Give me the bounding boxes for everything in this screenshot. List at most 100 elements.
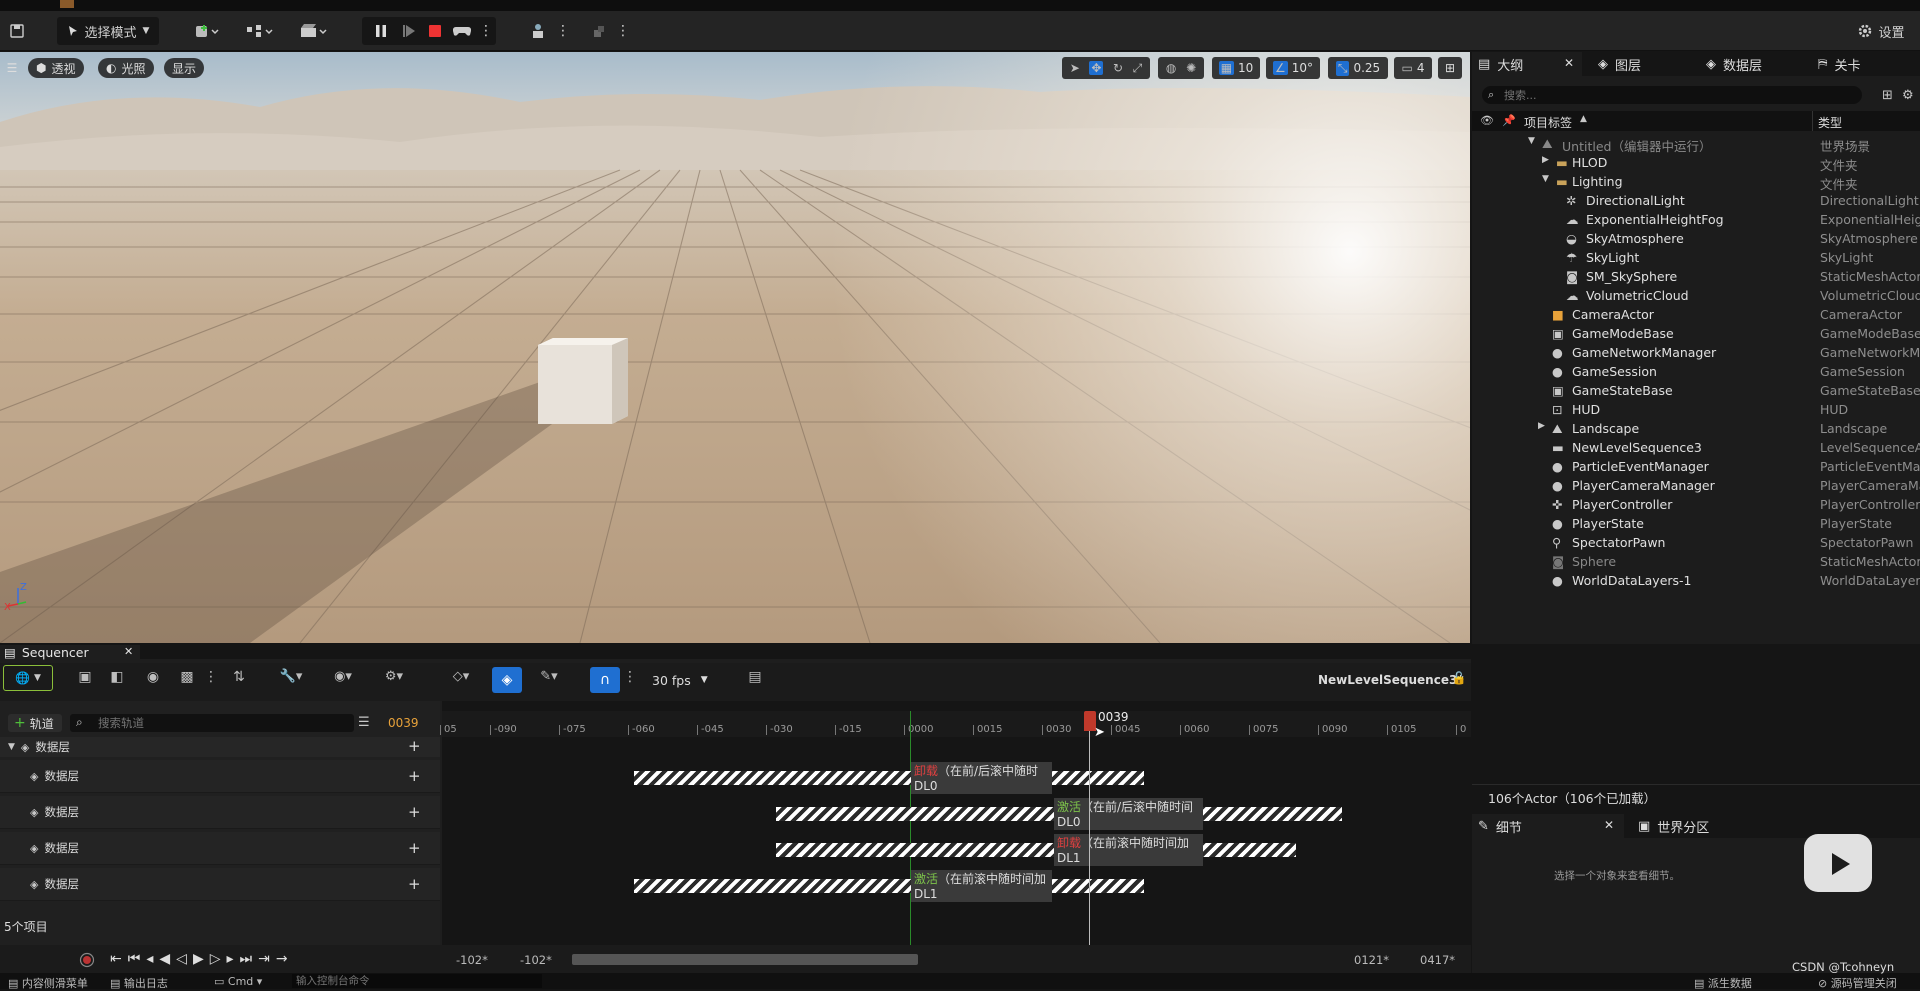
outliner-row-hud[interactable]: ⊡ HUD HUD [1472,400,1920,419]
settings-button[interactable]: 设置 [1848,17,1914,45]
outliner-search-input[interactable] [1504,87,1844,103]
find-in-browser-icon[interactable]: ◧ [108,669,126,685]
cinematics-icon[interactable] [296,17,332,45]
show-button[interactable]: 显示 [164,58,205,78]
track-row[interactable]: ◈ 数据层 + [0,832,440,865]
step-back-icon[interactable]: ◀ [159,951,176,967]
snap-options-icon[interactable]: ⋮ [623,669,637,685]
loop-icon[interactable]: ⇥ [258,951,276,967]
add-folder-icon[interactable]: ⊞ [1882,88,1893,103]
view-range-end[interactable]: 0121* [1354,953,1389,967]
outliner-settings-icon[interactable]: ⚙ [1902,88,1914,103]
console-input[interactable] [296,974,536,988]
jump-to-end-icon[interactable]: ⏭ [240,951,259,967]
add-subtrack-icon[interactable]: + [408,737,421,755]
play-reverse-icon[interactable]: ◁ [176,951,193,967]
working-range-end[interactable]: 0417* [1420,953,1455,967]
column-type-header[interactable]: 类型 [1818,114,1842,131]
scale-tool-icon[interactable]: ⤢ [1133,61,1143,76]
angle-snap-button[interactable]: ∠ 10° [1266,57,1320,79]
tab-details[interactable]: ✎ 细节 ✕ [1472,814,1624,838]
stop-icon[interactable] [424,17,446,45]
outliner-row-gamemodebase[interactable]: ▣ GameModeBase GameModeBase [1472,324,1920,343]
data-layer-section[interactable]: 激活（在前滚中随时间加 DL1 [911,870,1052,902]
add-section-icon[interactable]: + [408,839,421,857]
jump-to-start-icon[interactable]: ⇤ [110,951,128,967]
select-tool-icon[interactable]: ➤ [1070,61,1080,75]
pin-icon[interactable]: 📌 [1502,114,1516,127]
close-tab-icon[interactable]: ✕ [1604,818,1614,832]
outliner-row-particleeventmanager[interactable]: ● ParticleEventManager ParticleEventMan [1472,457,1920,476]
scale-snap-button[interactable]: ⤡ 0.25 [1328,57,1388,79]
grid-snap-button[interactable]: ▦ 10 [1212,57,1260,79]
play-icon[interactable]: ▶ [193,951,210,967]
track-row[interactable]: ◈ 数据层 + [0,760,440,793]
tools-dropdown-icon[interactable]: 🔧▾ [274,669,308,684]
outliner-row-directionallight[interactable]: ✲ DirectionalLight DirectionalLight [1472,191,1920,210]
auto-key-icon[interactable]: ◈ [492,667,522,693]
outliner-row-playerstate[interactable]: ● PlayerState PlayerState [1472,514,1920,533]
outliner-row-fog[interactable]: ☁ ExponentialHeightFog ExponentialHeigh [1472,210,1920,229]
close-tab-icon[interactable]: ✕ [1564,56,1574,70]
console-input-box[interactable] [292,974,542,988]
outliner-row-playercameramanager[interactable]: ● PlayerCameraManager PlayerCameraMa [1472,476,1920,495]
playback-range-icon[interactable]: → [276,951,294,967]
move-tool-icon[interactable]: ✥ [1089,61,1104,75]
camera-lock-dropdown-icon[interactable]: ⚙▾ [376,669,412,684]
data-layer-section[interactable]: 卸载（在前滚中随时间加 DL1 [1054,834,1203,866]
add-section-icon[interactable]: + [408,767,421,785]
lighting-button[interactable]: ◐ 光照 [98,58,154,78]
mode-select-dropdown[interactable]: 选择模式 ▼ [57,17,159,45]
record-button[interactable] [78,952,96,968]
render-movie-icon[interactable]: ◉ [144,669,162,685]
world-context-button[interactable]: 🌐 ▼ [3,665,53,691]
outliner-row-landscape[interactable]: ▶ ⛰ Landscape Landscape [1472,419,1920,438]
outliner-row-sphere[interactable]: ◙ Sphere StaticMeshActor [1472,552,1920,571]
snap-magnet-icon[interactable]: ∩ [590,667,620,693]
more-options-icon[interactable]: ⋮ [204,669,218,685]
outliner-row-spectatorpawn[interactable]: ⚲ SpectatorPawn SpectatorPawn [1472,533,1920,552]
add-section-icon[interactable]: + [408,875,421,893]
rotate-tool-icon[interactable]: ↻ [1113,61,1123,75]
time-ruler[interactable]: 05 -090 -075 -060 -045 -030 -015 0000 00… [440,711,1471,737]
build-icon[interactable] [588,17,610,45]
timeline-area[interactable] [442,701,1471,945]
tab-sequencer[interactable]: ▤ Sequencer ✕ [0,645,140,660]
outliner-row-skysphere[interactable]: ◙ SM_SkySphere StaticMeshActor [1472,267,1920,286]
transport-controls[interactable]: ⇤⏮◂◀◁▶▷▸⏭⇥→ [110,951,294,967]
outliner-row-gamestatebase[interactable]: ▣ GameStateBase GameStateBase [1472,381,1920,400]
outliner-row-worlddatalayers[interactable]: ● WorldDataLayers-1 WorldDataLayers [1472,571,1920,590]
viewport-menu-icon[interactable]: ☰ [4,57,20,79]
outliner-row-volumetriccloud[interactable]: ☁ VolumetricCloud VolumetricCloud [1472,286,1920,305]
tab-outliner[interactable]: ▤ 大纲 ✕ [1472,52,1582,76]
track-row[interactable]: ◈ 数据层 + [0,796,440,829]
perspective-button[interactable]: ⬢ 透视 [28,58,84,78]
outliner-row-gamenetworkmanager[interactable]: ● GameNetworkManager GameNetworkMa [1472,343,1920,362]
outliner-row-gamesession[interactable]: ● GameSession GameSession [1472,362,1920,381]
add-actor-icon[interactable] [190,17,226,45]
current-frame-display[interactable]: 0039 [388,716,419,730]
outliner-row-hlod[interactable]: ▶ ▬ HLOD 文件夹 [1472,153,1920,173]
add-section-icon[interactable]: + [408,803,421,821]
cmd-dropdown[interactable]: ▭ Cmd ▾ [214,975,262,988]
outliner-row-world[interactable]: ▼ ⛰ Untitled（编辑器中运行） 世界场景 [1472,134,1920,154]
camera-speed-button[interactable]: ▭ 4 [1394,57,1432,79]
blueprint-icon[interactable] [242,17,278,45]
skip-frame-icon[interactable] [398,17,420,45]
view-dropdown-icon[interactable]: ◉▾ [326,669,360,684]
working-range-start[interactable]: -102* [520,953,552,967]
play-options-icon[interactable]: ⋮ [478,17,494,45]
platforms-icon[interactable] [528,17,550,45]
tab-data-layers[interactable]: ◈ 数据层 [1700,52,1762,76]
key-interpolation-dropdown-icon[interactable]: ◇▾ [444,669,478,684]
outliner-row-lighting[interactable]: ▼ ▬ Lighting 文件夹 [1472,172,1920,192]
data-layer-section[interactable]: 卸载（在前/后滚中随时 DL0 [911,762,1052,794]
save-sequence-icon[interactable]: ▣ [76,669,94,685]
gamepad-icon[interactable] [450,17,474,45]
platforms-options-icon[interactable]: ⋮ [556,17,570,45]
close-tab-icon[interactable]: ✕ [124,645,133,658]
build-options-icon[interactable]: ⋮ [616,17,630,45]
outliner-row-levelsequence[interactable]: ▬ NewLevelSequence3 LevelSequenceAc [1472,438,1920,457]
track-search[interactable]: ⌕ [70,714,354,732]
level-viewport[interactable]: ☰ ⬢ 透视 ◐ 光照 显示 ➤ ✥ ↻ ⤢ ◍ ✺ ▦ 10 ∠ 10° ⤡ 0.… [0,52,1470,643]
